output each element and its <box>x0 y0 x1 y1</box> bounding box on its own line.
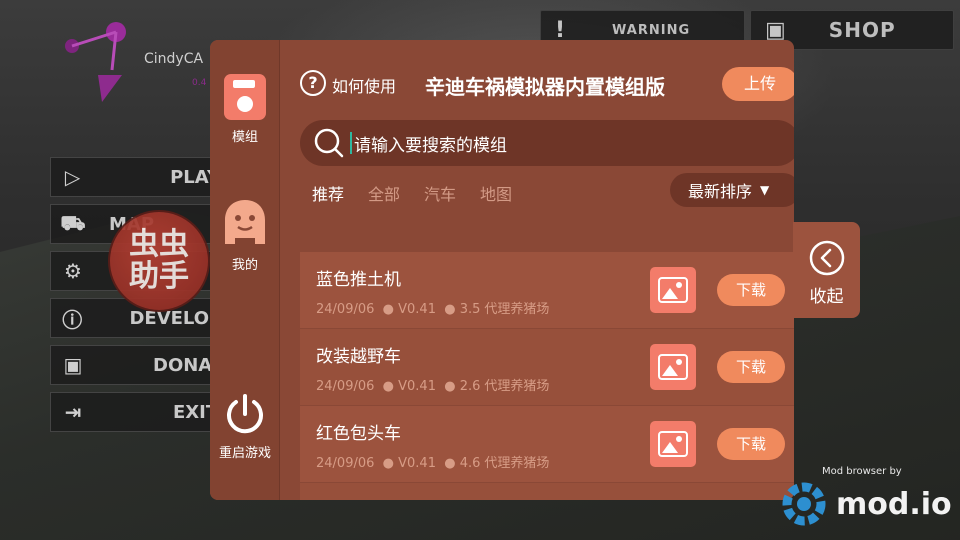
download-button[interactable]: 下载 <box>717 351 785 383</box>
tab-cars[interactable]: 汽车 <box>424 181 456 205</box>
car-icon: ⛟ <box>60 210 86 235</box>
wallet-icon: ▣ <box>63 353 83 377</box>
upload-button[interactable]: 上传 <box>722 67 794 101</box>
search-icon <box>314 128 344 158</box>
modio-logo: mod.io <box>778 478 952 530</box>
list-item[interactable]: 改装越野车 24/09/06 ● V0.41 ● 2.6 代理养猪场 下载 <box>300 329 794 406</box>
panel-sidebar: 模组 我的 重启游戏 <box>210 40 280 500</box>
tab-maps[interactable]: 地图 <box>480 181 512 205</box>
save-icon <box>224 74 266 120</box>
face-icon <box>225 200 265 244</box>
menu-item-exit[interactable]: ⇥ EXIT <box>50 392 220 432</box>
panel-content: ? 如何使用 辛迪车祸模拟器内置模组版 上传 请输入要搜索的模组 推荐 全部 汽… <box>280 40 794 500</box>
list-item[interactable]: 蓝色推土机 24/09/06 ● V0.41 ● 3.5 代理养猪场 下载 <box>300 252 794 329</box>
sidebar-label-mods: 模组 <box>231 130 258 145</box>
list-item-partial[interactable] <box>300 483 794 500</box>
text-cursor <box>350 132 352 154</box>
menu-item-donate[interactable]: ▣ DONA <box>50 345 220 385</box>
info-icon: ⓘ <box>62 307 83 332</box>
image-placeholder-icon <box>650 421 696 467</box>
mod-panel: 模组 我的 重启游戏 ? 如何使用 辛迪车祸模拟器内置模组版 上传 请输入要搜索… <box>210 40 794 500</box>
search-input[interactable]: 请输入要搜索的模组 <box>300 120 794 166</box>
tab-recommended[interactable]: 推荐 <box>312 181 344 205</box>
page-title: 辛迪车祸模拟器内置模组版 <box>425 75 665 99</box>
help-icon[interactable]: ? <box>300 70 326 96</box>
gear-icon: ⚙ <box>64 259 82 283</box>
sort-label: 最新排序 <box>688 182 753 201</box>
mod-meta: 24/09/06 ● V0.41 ● 4.6 代理养猪场 <box>316 456 550 471</box>
menu-item-label: DONA <box>153 354 213 376</box>
mod-meta: 24/09/06 ● V0.41 ● 2.6 代理养猪场 <box>316 379 550 394</box>
exclamation-icon: ! <box>555 17 567 43</box>
mod-name: 改装越野车 <box>316 347 401 367</box>
game-logo-text: CindyCA <box>144 51 204 67</box>
play-icon: ▷ <box>64 165 81 189</box>
sidebar-item-restart[interactable]: 重启游戏 <box>210 392 280 461</box>
mod-name: 蓝色推土机 <box>316 270 401 290</box>
mod-meta: 24/09/06 ● V0.41 ● 3.5 代理养猪场 <box>316 302 550 317</box>
warning-label: WARNING <box>612 22 691 38</box>
mod-name: 红色包头车 <box>316 424 401 444</box>
chevron-left-icon <box>809 240 844 276</box>
modio-brand: mod.io <box>836 486 952 522</box>
tab-all[interactable]: 全部 <box>368 181 400 205</box>
sidebar-label-restart: 重启游戏 <box>218 446 271 461</box>
collapse-button[interactable]: 收起 <box>793 222 860 318</box>
download-button[interactable]: 下载 <box>717 274 785 306</box>
shop-label: SHOP <box>828 18 896 42</box>
sidebar-label-mine: 我的 <box>231 258 258 273</box>
power-icon <box>227 394 263 434</box>
image-placeholder-icon <box>650 267 696 313</box>
game-logo-version: 0.4 <box>192 78 207 88</box>
triangle-down-icon: ▼ <box>760 183 770 197</box>
exit-icon: ⇥ <box>64 400 82 424</box>
image-placeholder-icon <box>650 344 696 390</box>
sidebar-item-mods[interactable]: 模组 <box>210 74 280 145</box>
download-button[interactable]: 下载 <box>717 428 785 460</box>
menu-item-play[interactable]: ▷ PLAY <box>50 157 220 197</box>
list-item[interactable]: 红色包头车 24/09/06 ● V0.41 ● 4.6 代理养猪场 下载 <box>300 406 794 483</box>
mod-list: 蓝色推土机 24/09/06 ● V0.41 ● 3.5 代理养猪场 下载 改装越… <box>300 252 794 500</box>
search-placeholder: 请输入要搜索的模组 <box>354 135 507 156</box>
modio-gear-icon <box>782 482 826 526</box>
help-link[interactable]: 如何使用 <box>332 73 396 97</box>
modio-caption: Mod browser by <box>822 466 902 477</box>
category-tabs: 推荐 全部 汽车 地图 <box>312 181 512 205</box>
helper-badge-line2: 助手 <box>129 259 189 294</box>
helper-floating-badge[interactable]: 虫虫 助手 <box>108 210 210 312</box>
wallet-icon: ▣ <box>765 17 787 43</box>
menu-item-label: DEVELOP <box>129 307 219 329</box>
sort-dropdown[interactable]: 最新排序 ▼ <box>670 173 794 207</box>
collapse-label: 收起 <box>809 287 844 307</box>
helper-badge-line1: 虫虫 <box>129 227 189 262</box>
sidebar-item-mine[interactable]: 我的 <box>210 200 280 273</box>
